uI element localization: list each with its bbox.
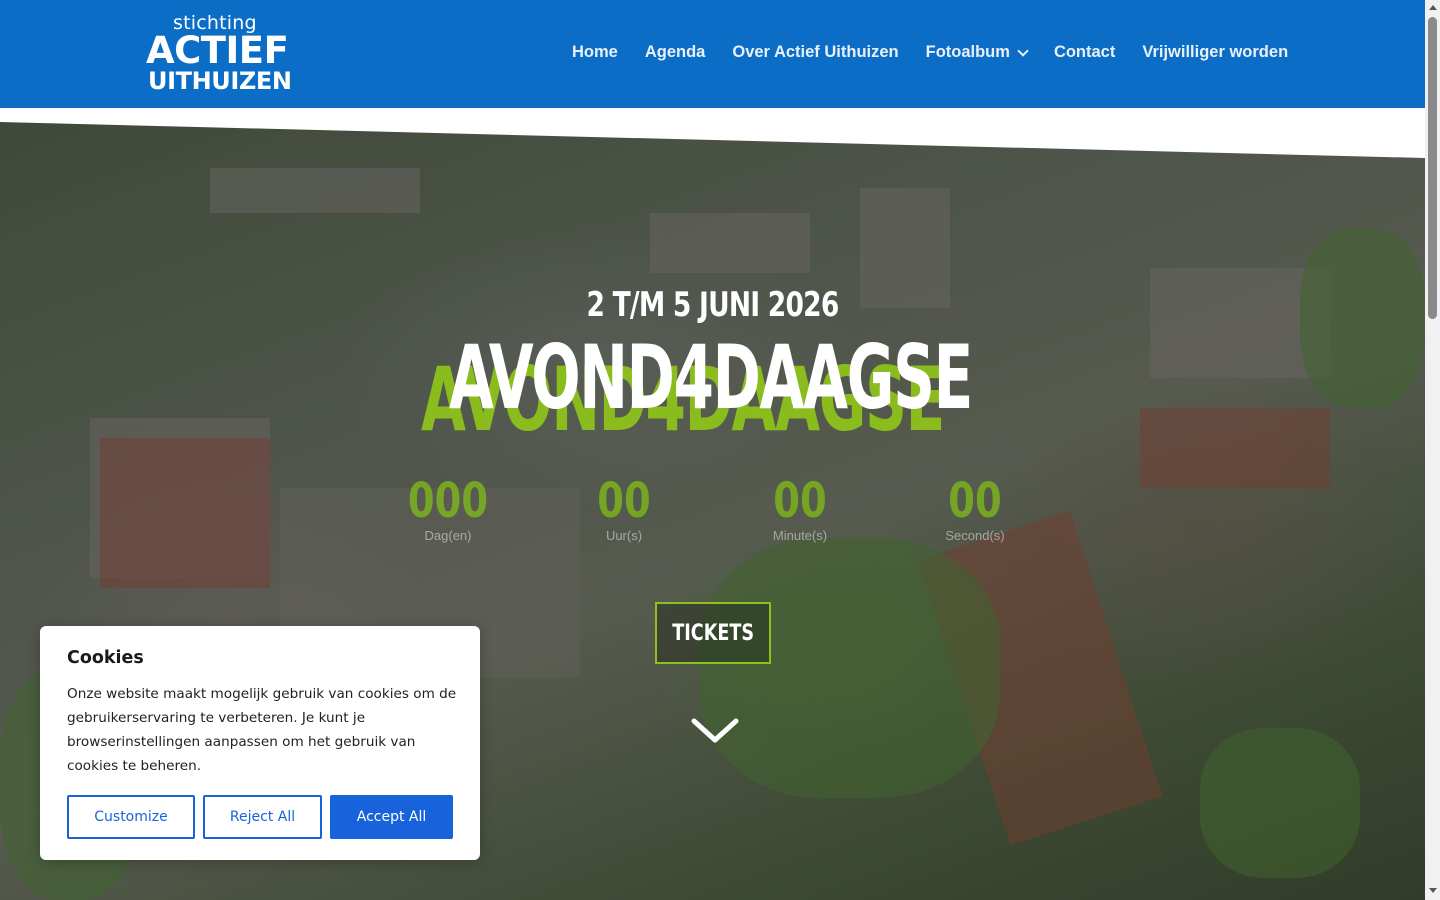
main-nav: Home Agenda Over Actief Uithuizen Fotoal… <box>572 43 1288 62</box>
customize-button[interactable]: Customize <box>67 795 195 839</box>
cookie-consent-dialog: Cookies Onze website maakt mogelijk gebr… <box>40 626 480 860</box>
countdown-hours-value: 00 <box>597 473 651 529</box>
nav-fotoalbum-label: Fotoalbum <box>925 43 1010 61</box>
hero-title-group: AVOND4DAAGSE AVOND4DAAGSE <box>0 326 1425 451</box>
nav-home[interactable]: Home <box>572 43 618 62</box>
scrollbar-thumb[interactable] <box>1428 17 1437 319</box>
countdown-days-label: Dag(en) <box>424 528 472 543</box>
cookie-title: Cookies <box>67 648 144 668</box>
countdown-minutes-value: 00 <box>773 473 827 529</box>
countdown-seconds: 00 Second(s) <box>915 476 1035 543</box>
nav-over-label: Over Actief Uithuizen <box>732 43 899 61</box>
scroll-down-icon[interactable] <box>690 716 740 746</box>
hero-top-divider <box>0 108 1425 158</box>
scroll-down-arrow-icon[interactable] <box>1429 888 1437 893</box>
accept-all-button[interactable]: Accept All <box>330 795 453 839</box>
chevron-down-icon <box>1017 44 1029 57</box>
countdown-days-value: 000 <box>407 473 489 529</box>
nav-vrijwilliger-label: Vrijwilliger worden <box>1142 43 1289 61</box>
tickets-button-label: TICKETS <box>672 620 754 646</box>
countdown-hours-label: Uur(s) <box>605 528 643 543</box>
hero-title: AVOND4DAAGSE <box>449 326 973 429</box>
nav-agenda-label: Agenda <box>644 43 706 61</box>
nav-contact-label: Contact <box>1053 43 1116 61</box>
countdown-minutes: 00 Minute(s) <box>740 476 860 543</box>
nav-agenda[interactable]: Agenda <box>645 43 706 62</box>
countdown-seconds-label: Second(s) <box>945 528 1005 543</box>
countdown-minutes-label: Minute(s) <box>772 528 828 543</box>
tickets-button[interactable]: TICKETS <box>655 602 771 664</box>
cookie-description: Onze website maakt mogelijk gebruik van … <box>67 686 457 774</box>
page-scrollbar[interactable] <box>1425 0 1440 900</box>
logo[interactable]: stichting ACTIEF UITHUIZEN <box>146 12 292 98</box>
reject-all-button[interactable]: Reject All <box>203 795 322 839</box>
nav-over[interactable]: Over Actief Uithuizen <box>732 43 898 62</box>
site-header: stichting ACTIEF UITHUIZEN Home Agenda O… <box>0 0 1425 108</box>
countdown-seconds-value: 00 <box>948 473 1002 529</box>
countdown-days: 000 Dag(en) <box>388 476 508 543</box>
logo-line-uithuizen: UITHUIZEN <box>148 67 292 95</box>
nav-fotoalbum[interactable]: Fotoalbum <box>925 43 1029 62</box>
countdown-hours: 00 Uur(s) <box>564 476 684 543</box>
nav-contact[interactable]: Contact <box>1054 43 1115 62</box>
countdown-timer: 000 Dag(en) 00 Uur(s) 00 Minute(s) 00 Se… <box>0 476 1425 556</box>
nav-vrijwilliger[interactable]: Vrijwilliger worden <box>1142 43 1288 62</box>
scroll-up-arrow-icon[interactable] <box>1429 5 1437 10</box>
logo-line-actief: ACTIEF <box>146 29 289 72</box>
hero-date: 2 T/M 5 JUNI 2026 <box>586 285 839 325</box>
nav-home-label: Home <box>572 43 618 61</box>
